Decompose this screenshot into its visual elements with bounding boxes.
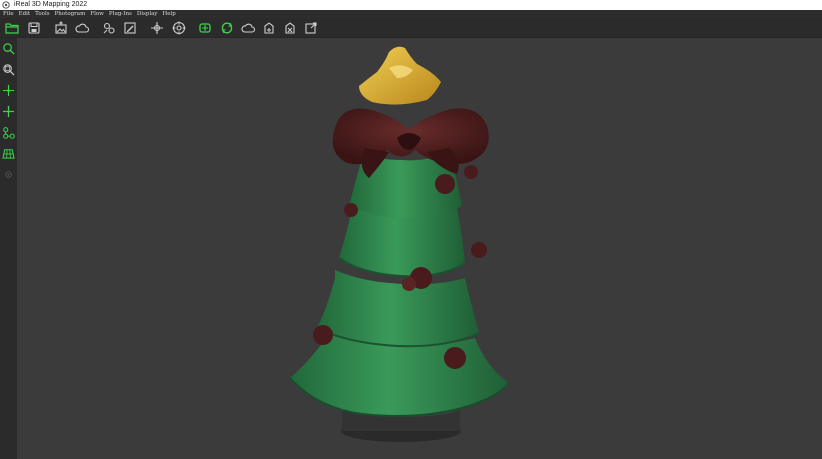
transform-icon [284, 21, 295, 34]
open-folder-icon [4, 22, 19, 34]
connect-button[interactable] [1, 124, 16, 140]
settings-button[interactable] [1, 166, 16, 182]
move-button[interactable] [1, 82, 16, 98]
point-tool-icon [150, 21, 163, 34]
window-title: iReal 3D Mapping 2022 [14, 1, 88, 8]
point-cloud-button[interactable] [73, 19, 90, 36]
texture-icon [221, 21, 232, 34]
menu-file[interactable]: File [3, 10, 14, 18]
cloud-icon [240, 23, 255, 33]
zoom-fit-button[interactable] [1, 61, 16, 77]
menu-edit[interactable]: Edit [19, 10, 31, 18]
menu-plug-ins[interactable]: Plug-Ins [109, 10, 132, 18]
grid-button[interactable] [1, 145, 16, 161]
mesh-icon [198, 22, 211, 33]
menu-tools[interactable]: Tools [35, 10, 49, 18]
export-icon [304, 21, 317, 34]
zoom-icon [3, 42, 15, 55]
transform-button-1[interactable] [260, 19, 277, 36]
photo-align-icon [103, 22, 115, 34]
export-button[interactable] [302, 19, 319, 36]
connect-icon [3, 126, 15, 139]
main-toolbar [0, 18, 822, 38]
christmas-tree-3d-model[interactable] [17, 38, 822, 459]
3d-viewport[interactable] [17, 38, 822, 459]
zoom-button[interactable] [1, 40, 16, 56]
mesh-button[interactable] [196, 19, 213, 36]
import-image-icon [54, 20, 67, 34]
open-folder-button[interactable] [3, 19, 20, 36]
left-toolbar [0, 38, 17, 459]
target-button[interactable] [170, 19, 187, 36]
menu-flow[interactable]: Flow [90, 10, 104, 18]
app-logo-icon [2, 1, 10, 9]
cloud-icon [74, 23, 89, 33]
grid-icon [2, 148, 15, 159]
save-icon [27, 21, 40, 34]
move-icon [2, 84, 15, 96]
edit-icon [123, 21, 136, 34]
photo-align-button[interactable] [100, 19, 117, 36]
target-icon [172, 21, 185, 34]
move-icon [2, 105, 15, 117]
zoom-fit-icon [3, 63, 15, 75]
menu-bar: File Edit Tools Photogram Flow Plug-Ins … [0, 10, 822, 18]
point-tool-button[interactable] [148, 19, 165, 36]
settings-icon [5, 170, 12, 178]
menu-photogram[interactable]: Photogram [55, 10, 86, 18]
edit-button[interactable] [121, 19, 138, 36]
transform-icon [263, 21, 274, 34]
transform-button-2[interactable] [281, 19, 298, 36]
title-bar: iReal 3D Mapping 2022 [0, 0, 822, 10]
save-button[interactable] [25, 19, 42, 36]
import-image-button[interactable] [52, 19, 69, 36]
menu-display[interactable]: Display [137, 10, 158, 18]
cloud-view-button[interactable] [239, 19, 256, 36]
texture-button[interactable] [218, 19, 235, 36]
menu-help[interactable]: Help [163, 10, 176, 18]
pan-button[interactable] [1, 103, 16, 119]
